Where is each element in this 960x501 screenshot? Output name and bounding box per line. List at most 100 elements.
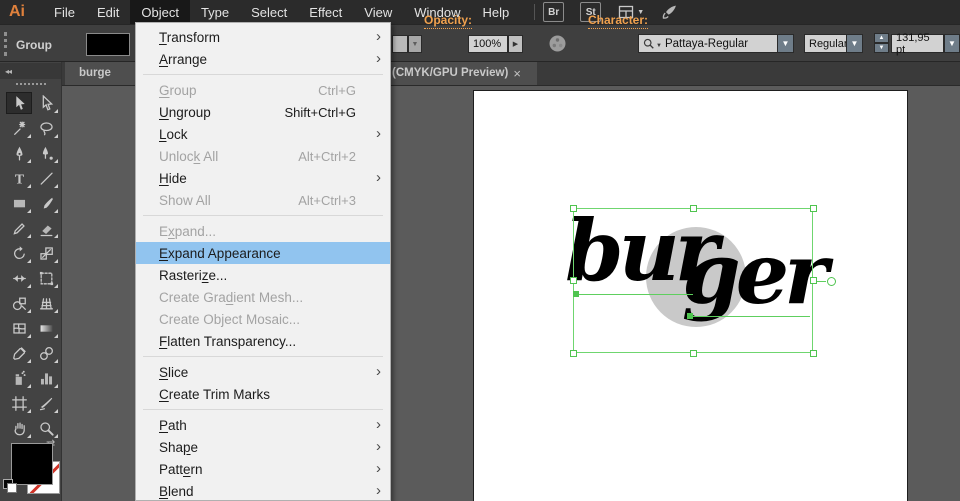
- menu-item-hide[interactable]: Hide›: [136, 167, 390, 189]
- opacity-input[interactable]: 100%: [468, 35, 508, 53]
- selection-handle-n[interactable]: [690, 205, 697, 212]
- magic-wand-tool-icon[interactable]: [6, 117, 32, 139]
- blend-tool-icon[interactable]: [33, 342, 59, 364]
- bridge-button[interactable]: Br: [543, 2, 564, 22]
- menubar-item-select[interactable]: Select: [240, 0, 298, 24]
- menu-item-show-all[interactable]: Show AllAlt+Ctrl+3: [136, 189, 390, 211]
- menu-item-label: Arrange: [159, 52, 380, 67]
- menu-item-expand[interactable]: Expand...: [136, 220, 390, 242]
- menu-item-ungroup[interactable]: UngroupShift+Ctrl+G: [136, 101, 390, 123]
- menu-item-create-object-mosaic[interactable]: Create Object Mosaic...: [136, 308, 390, 330]
- menubar-item-effect[interactable]: Effect: [298, 0, 353, 24]
- font-size-dropdown[interactable]: ▼: [944, 34, 960, 53]
- slice-tool-icon[interactable]: [33, 392, 59, 414]
- font-search-field[interactable]: ▼ Pattaya-Regular: [638, 34, 778, 53]
- eraser-tool-icon[interactable]: [33, 217, 59, 239]
- panel-grip[interactable]: [4, 32, 12, 56]
- selection-handle-se[interactable]: [810, 350, 817, 357]
- rectangle-tool-icon[interactable]: [6, 192, 32, 214]
- artboard-tool-icon[interactable]: [6, 392, 32, 414]
- menu-item-create-gradient-mesh[interactable]: Create Gradient Mesh...: [136, 286, 390, 308]
- character-label[interactable]: Character:: [588, 13, 648, 29]
- line-segment-tool-icon[interactable]: [33, 167, 59, 189]
- tab-close-icon[interactable]: ×: [513, 66, 521, 81]
- document-tab-mode: (CMYK/GPU Preview): [392, 67, 508, 79]
- selection-handle-nw[interactable]: [570, 205, 577, 212]
- default-fill-stroke-icon[interactable]: [3, 479, 16, 492]
- selection-handle-e[interactable]: [810, 277, 817, 284]
- menu-item-slice[interactable]: Slice›: [136, 361, 390, 383]
- menu-item-label: Blend: [159, 484, 380, 499]
- fill-color-swatch[interactable]: [86, 33, 130, 56]
- menubar-item-type[interactable]: Type: [190, 0, 240, 24]
- menubar-item-file[interactable]: File: [43, 0, 86, 24]
- menu-item-group[interactable]: GroupCtrl+G: [136, 79, 390, 101]
- selection-tool-icon[interactable]: [6, 92, 32, 114]
- fill-swatch[interactable]: [11, 443, 53, 485]
- shape-builder-tool-icon[interactable]: [6, 292, 32, 314]
- font-name-dropdown[interactable]: ▼: [777, 34, 794, 53]
- mesh-tool-icon[interactable]: [6, 317, 32, 339]
- selection-handle-ne[interactable]: [810, 205, 817, 212]
- stroke-weight-dropdown[interactable]: ▼: [408, 35, 422, 53]
- menu-item-arrange[interactable]: Arrange›: [136, 48, 390, 70]
- recolor-artwork-icon[interactable]: [548, 34, 567, 58]
- font-size-input[interactable]: 131,95 pt: [891, 34, 944, 53]
- width-tool-icon[interactable]: [6, 267, 32, 289]
- menu-item-expand-appearance[interactable]: Expand Appearance: [136, 242, 390, 264]
- menu-item-shortcut: Ctrl+G: [318, 83, 356, 98]
- menubar-item-edit[interactable]: Edit: [86, 0, 130, 24]
- type-tool-icon[interactable]: T: [6, 167, 32, 189]
- free-transform-tool-icon[interactable]: [33, 267, 59, 289]
- menu-item-rasterize[interactable]: Rasterize...: [136, 264, 390, 286]
- perspective-grid-tool-icon[interactable]: [33, 292, 59, 314]
- menu-item-flatten-transparency[interactable]: Flatten Transparency...: [136, 330, 390, 352]
- menu-item-label: Slice: [159, 365, 380, 380]
- selection-handle-s[interactable]: [690, 350, 697, 357]
- panel-collapse-icon[interactable]: ◂◂: [0, 63, 61, 79]
- menu-item-label: Pattern: [159, 462, 380, 477]
- menu-item-label: Ungroup: [159, 105, 284, 120]
- font-size-step-down[interactable]: ▼: [874, 43, 889, 53]
- selection-circle-handle[interactable]: [827, 277, 836, 286]
- gradient-tool-icon[interactable]: [33, 317, 59, 339]
- menu-item-create-trim-marks[interactable]: Create Trim Marks: [136, 383, 390, 405]
- menu-item-blend[interactable]: Blend›: [136, 480, 390, 501]
- scale-tool-icon[interactable]: [33, 242, 59, 264]
- eyedropper-tool-icon[interactable]: [6, 342, 32, 364]
- selection-handle-w[interactable]: [570, 277, 577, 284]
- panel-drag-handle[interactable]: [16, 83, 46, 85]
- menubar-item-object[interactable]: Object: [130, 0, 190, 24]
- paintbrush-tool-icon[interactable]: [33, 192, 59, 214]
- selection-handle-sw[interactable]: [570, 350, 577, 357]
- text-anchor-point[interactable]: [573, 291, 579, 297]
- rotate-tool-icon[interactable]: [6, 242, 32, 264]
- menu-item-unlock-all[interactable]: Unlock AllAlt+Ctrl+2: [136, 145, 390, 167]
- gpu-performance-icon[interactable]: [660, 4, 678, 21]
- font-style-field[interactable]: Regular: [804, 34, 847, 53]
- menu-item-path[interactable]: Path›: [136, 414, 390, 436]
- opacity-dropdown[interactable]: ▶: [508, 35, 523, 53]
- menu-item-transform[interactable]: Transform›: [136, 26, 390, 48]
- menubar-item-help[interactable]: Help: [471, 0, 520, 24]
- menubar-item-view[interactable]: View: [353, 0, 403, 24]
- menu-item-pattern[interactable]: Pattern›: [136, 458, 390, 480]
- pencil-tool-icon[interactable]: [6, 217, 32, 239]
- curvature-tool-icon[interactable]: [33, 142, 59, 164]
- text-baseline: [689, 316, 810, 317]
- menu-item-shape[interactable]: Shape›: [136, 436, 390, 458]
- font-style-dropdown[interactable]: ▼: [846, 34, 863, 53]
- pen-tool-icon[interactable]: [6, 142, 32, 164]
- lasso-tool-icon[interactable]: [33, 117, 59, 139]
- text-anchor-point[interactable]: [687, 313, 693, 319]
- stroke-weight-field[interactable]: [392, 35, 408, 53]
- menu-separator: [143, 74, 383, 75]
- direct-selection-tool-icon[interactable]: [33, 92, 59, 114]
- font-size-step-up[interactable]: ▲: [874, 33, 889, 43]
- opacity-label[interactable]: Opacity:: [424, 13, 472, 29]
- zoom-tool-icon[interactable]: [33, 417, 59, 439]
- column-graph-tool-icon[interactable]: [33, 367, 59, 389]
- symbol-sprayer-tool-icon[interactable]: [6, 367, 32, 389]
- hand-tool-icon[interactable]: [6, 417, 32, 439]
- menu-item-lock[interactable]: Lock›: [136, 123, 390, 145]
